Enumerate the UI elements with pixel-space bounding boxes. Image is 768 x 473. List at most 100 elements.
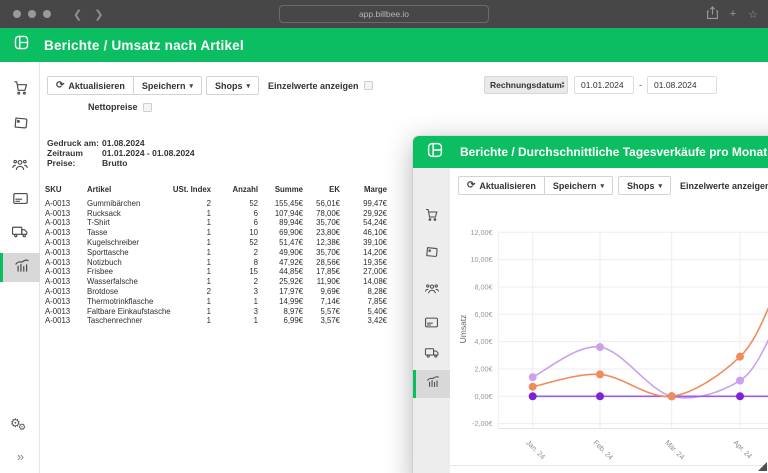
refresh-button[interactable]: ⟳ Aktualisieren	[458, 176, 545, 195]
svg-text:2,00€: 2,00€	[475, 365, 493, 374]
prices-value: Brutto	[102, 159, 128, 169]
chart-point[interactable]	[596, 343, 604, 351]
date-from-input[interactable]	[574, 76, 634, 94]
sidebar-item-customers[interactable]	[0, 153, 40, 181]
column-header: Anzahl	[211, 185, 258, 195]
sort-arrows-icon: ▴▾	[562, 81, 565, 89]
sidebar-item-reports[interactable]	[413, 370, 450, 398]
svg-text:4,00€: 4,00€	[475, 337, 493, 346]
single-values-label: Einzelwerte anzeigen	[268, 81, 359, 91]
table-row: A-0013Kugelschreiber15251,47€12,38€39,10…	[45, 238, 395, 248]
table-row: A-0013T-Shirt1689,94€35,70€54,24€	[45, 218, 395, 228]
sidebar-item-shipping[interactable]	[0, 220, 40, 248]
refresh-button[interactable]: ⟳ Aktualisieren	[47, 76, 134, 95]
net-prices-control: Nettopreise	[88, 102, 152, 112]
column-header: Artikel	[87, 185, 167, 195]
chart-point[interactable]	[596, 370, 604, 378]
chart-point[interactable]	[668, 392, 676, 400]
chart-point[interactable]	[529, 383, 537, 391]
caret-down-icon: ▾	[658, 182, 662, 190]
svg-text:10,00€: 10,00€	[471, 255, 493, 264]
svg-text:8,00€: 8,00€	[475, 283, 493, 292]
svg-text:-2,00€: -2,00€	[472, 419, 492, 428]
sidebar-item-reports[interactable]	[0, 253, 40, 282]
table-row: A-0013Gummibärchen252155,45€56,01€99,47€	[45, 199, 395, 209]
main-header: Berichte / Umsatz nach Artikel	[0, 28, 768, 62]
window-minimize-icon[interactable]	[28, 10, 36, 18]
table-row: A-0013Tasse11069,90€23,80€46,10€	[45, 228, 395, 238]
collapse-icon: »	[17, 449, 23, 464]
bookmark-icon[interactable]: ☆	[748, 8, 758, 21]
settings-gears-icon: ⚙⚙	[10, 419, 30, 437]
table-row: A-0013Thermotrinkflasche1114,99€7,14€7,8…	[45, 297, 395, 307]
chart-point[interactable]	[736, 377, 744, 385]
chart-point[interactable]	[736, 353, 744, 361]
shops-button[interactable]: Shops ▾	[206, 76, 259, 95]
credit-card-icon	[12, 190, 29, 212]
prices-label: Preise:	[47, 159, 102, 169]
date-to-input[interactable]	[647, 76, 717, 94]
screen: ❮ ❯ app.billbee.io + ☆ Berichte / Umsatz…	[0, 0, 768, 473]
date-filter: Rechnungsdatum ▴▾ -	[484, 76, 717, 94]
column-header: EK	[303, 185, 340, 195]
chart-point[interactable]	[529, 373, 537, 381]
share-icon[interactable]	[707, 6, 718, 22]
chart: -2,00€0,00€2,00€4,00€6,00€8,00€10,00€12,…	[458, 209, 768, 469]
table-row: A-0013Faltbare Einkaufstasche138,97€5,57…	[45, 307, 395, 317]
sidebar-item-settings[interactable]: ⚙⚙	[0, 414, 40, 442]
window-close-icon[interactable]	[13, 10, 21, 18]
back-icon[interactable]: ❮	[73, 8, 82, 21]
new-tab-icon[interactable]: +	[730, 8, 736, 20]
overlay-sidebar	[413, 168, 450, 473]
single-values-checkbox[interactable]	[364, 81, 373, 90]
date-type-select[interactable]: Rechnungsdatum ▴▾	[484, 76, 568, 94]
chart-point[interactable]	[736, 392, 744, 400]
main-toolbar: ⟳ Aktualisieren Speichern ▾ Shops ▾ Einz…	[47, 76, 373, 95]
sidebar-item-billing[interactable]	[413, 312, 450, 338]
sidebar-item-shipping[interactable]	[413, 342, 450, 368]
column-header: Marge	[340, 185, 387, 195]
cart-icon	[424, 207, 439, 227]
single-values-label: Einzelwerte anzeigen	[680, 181, 768, 191]
window-controls[interactable]	[13, 10, 51, 18]
main-sidebar: ⚙⚙ »	[0, 62, 40, 473]
net-prices-label: Nettopreise	[88, 102, 138, 112]
truck-icon	[424, 345, 440, 365]
table-row: A-0013Frisbee11544,85€17,85€27,00€	[45, 267, 395, 277]
save-button[interactable]: Speichern ▾	[133, 76, 202, 95]
sidebar-item-customers[interactable]	[413, 278, 450, 304]
resize-handle-icon[interactable]	[758, 462, 767, 471]
svg-text:Apr. 24: Apr. 24	[732, 438, 754, 460]
window-zoom-icon[interactable]	[43, 10, 51, 18]
sidebar-item-products[interactable]	[0, 112, 40, 140]
sidebar-item-billing[interactable]	[0, 187, 40, 215]
net-prices-checkbox[interactable]	[143, 103, 152, 112]
sidebar-collapse[interactable]: »	[0, 442, 40, 470]
sidebar-item-products[interactable]	[413, 242, 450, 268]
sidebar-item-orders[interactable]	[413, 204, 450, 230]
chart-point[interactable]	[596, 392, 604, 400]
sidebar-item-orders[interactable]	[0, 76, 40, 104]
svg-text:Umsatz: Umsatz	[458, 315, 468, 344]
column-header: Summe	[258, 185, 303, 195]
report-table-head: SKUArtikelUSt. IndexAnzahlSummeEKMarge	[45, 185, 395, 195]
page-title: Berichte / Umsatz nach Artikel	[44, 38, 244, 53]
chart-point[interactable]	[529, 392, 537, 400]
svg-text:Mär. 24: Mär. 24	[663, 438, 686, 461]
caret-down-icon: ▾	[600, 182, 604, 190]
bar-chart-icon	[425, 374, 441, 394]
cart-icon	[12, 79, 29, 101]
url-bar[interactable]: app.billbee.io	[279, 5, 489, 23]
svg-text:12,00€: 12,00€	[471, 228, 493, 237]
overlay-header: Berichte / Durchschnittliche Tagesverkäu…	[413, 136, 768, 168]
report-table-body: A-0013Gummibärchen252155,45€56,01€99,47€…	[45, 199, 395, 326]
svg-text:0,00€: 0,00€	[475, 392, 493, 401]
save-button[interactable]: Speichern ▾	[544, 176, 613, 195]
forward-icon[interactable]: ❯	[94, 8, 103, 21]
caret-down-icon: ▾	[189, 82, 193, 90]
table-row: A-0013Wasserfalsche1225,92€11,90€14,08€	[45, 277, 395, 287]
overlay-window: Berichte / Durchschnittliche Tagesverkäu…	[413, 136, 768, 473]
table-row: A-0013Rucksack16107,94€78,00€29,92€	[45, 209, 395, 219]
report-info: Gedruck am: 01.08.2024 Zeitraum 01.01.20…	[47, 139, 195, 169]
shops-button[interactable]: Shops ▾	[618, 176, 671, 195]
